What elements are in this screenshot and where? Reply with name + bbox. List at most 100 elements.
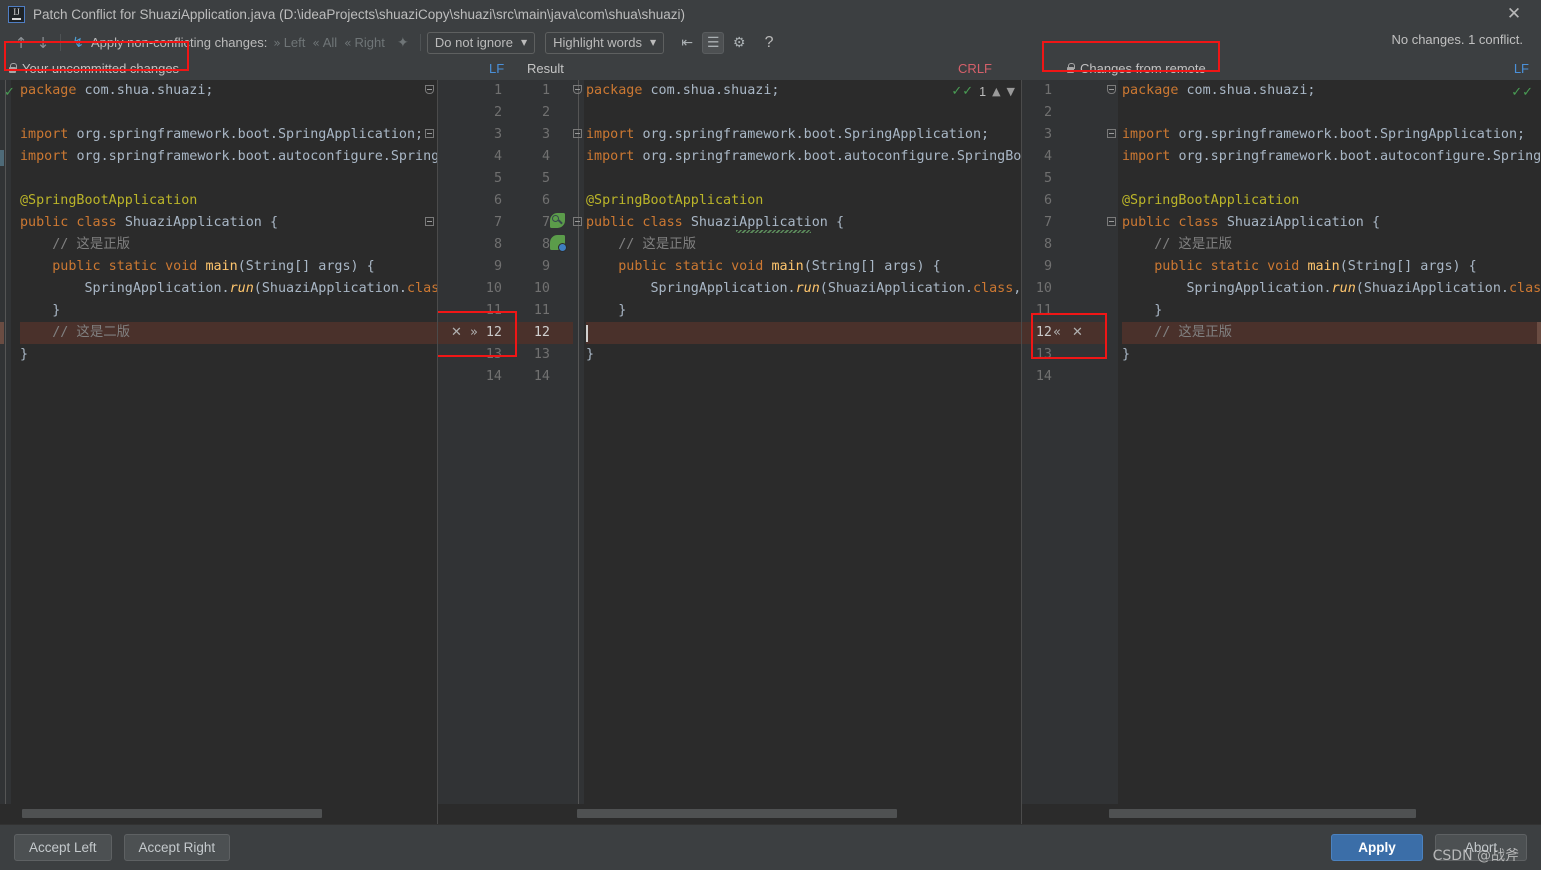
left-inspection-ok-icon: ✓ <box>4 85 15 100</box>
code-line: import org.springframework.boot.SpringAp… <box>586 124 1021 146</box>
result-code-scroll[interactable]: package com.shua.shuazi; import org.spri… <box>573 80 1021 804</box>
fold-marker-icon <box>425 217 436 228</box>
code-line <box>1122 102 1541 124</box>
left-line-numbers: 11223344556677889910101111121213131414 <box>438 80 573 804</box>
close-icon[interactable]: ✕ <box>1503 5 1525 25</box>
code-line: } <box>586 344 1021 366</box>
conflict-apply-right-icon[interactable]: « <box>1053 322 1061 344</box>
right-line-number: 10 <box>1030 278 1052 300</box>
arrow-down-icon[interactable]: ↓ <box>32 32 54 54</box>
toolbar-divider-2 <box>420 34 421 51</box>
left-line-number: 9 <box>478 256 502 278</box>
magic-wand-icon[interactable]: ✦ <box>392 32 414 54</box>
code-line: } <box>20 344 437 366</box>
right-line-number: 4 <box>1030 146 1052 168</box>
gutter-line: 9 <box>1022 256 1107 278</box>
gutter-line: 14 14 <box>438 366 573 388</box>
text-caret <box>586 325 588 342</box>
right-line-numbers: 1234567891011121314 <box>1022 80 1107 804</box>
arrow-up-icon[interactable]: ↑ <box>10 32 32 54</box>
gutter-line: 8 <box>1022 234 1107 256</box>
result-line-number: 1 <box>526 80 550 102</box>
gutter-line: 12 <box>1022 322 1107 344</box>
ignore-policy-select[interactable]: Do not ignore ▼ <box>427 32 535 54</box>
right-code-content: package com.shua.shuazi; import org.spri… <box>1107 80 1541 804</box>
apply-button[interactable]: Apply <box>1331 834 1423 861</box>
gutter-line: 44 <box>438 146 573 168</box>
question-mark-icon[interactable]: ? <box>760 34 778 52</box>
code-line: public static void main(String[] args) { <box>20 256 437 278</box>
run-web-application-icon[interactable] <box>550 235 565 250</box>
result-line-number: 10 <box>526 278 550 300</box>
left-line-number: 5 <box>478 168 502 190</box>
result-line-number: 4 <box>526 146 550 168</box>
code-line: } <box>1122 300 1541 322</box>
code-line: SpringApplication.run(ShuaziApplication.… <box>20 278 437 300</box>
conflict-status-text: No changes. 1 conflict. <box>1391 32 1523 47</box>
conflict-apply-left-icon[interactable]: » <box>470 322 478 344</box>
code-line <box>1122 366 1541 388</box>
chevron-down-icon[interactable]: ▼ <box>1007 85 1015 98</box>
chevron-left-double-icon: « <box>344 36 351 50</box>
code-line <box>20 168 437 190</box>
result-hscrollbar[interactable] <box>573 804 1021 824</box>
center-gutter-right: 1234567891011121314 « ✕ <box>1022 80 1107 804</box>
patch-conflict-dialog: Patch Conflict for ShuaziApplication.jav… <box>0 0 1541 870</box>
right-editor-pane[interactable]: package com.shua.shuazi; import org.spri… <box>1107 80 1541 804</box>
left-editor-pane[interactable]: ✓ package com.shua.shuazi; import org.sp… <box>0 80 437 804</box>
left-hscrollbar[interactable] <box>0 804 437 824</box>
code-line: SpringApplication.run(ShuaziApplication.… <box>1122 278 1541 300</box>
gutter-line: 1010 <box>438 278 573 300</box>
chevron-up-icon[interactable]: ▲ <box>992 85 1000 98</box>
inspection-widget[interactable]: ✓✓ 1 ▲ ▼ <box>951 84 1015 99</box>
result-line-number: 5 <box>526 168 550 190</box>
accept-right-button[interactable]: Accept Right <box>124 834 231 861</box>
center-gutter-left: 11223344556677889910101111121213131414 ✕… <box>438 80 573 804</box>
code-line: import org.springframework.boot.autoconf… <box>20 146 437 168</box>
scroll-to-change-icon[interactable]: ↯ <box>67 32 89 54</box>
conflict-remove-right-icon[interactable]: ✕ <box>1072 322 1083 344</box>
code-line <box>20 102 437 124</box>
gear-icon[interactable]: ⚙ <box>728 32 750 54</box>
left-line-number: 2 <box>478 102 502 124</box>
gutter-line: 4 <box>1022 146 1107 168</box>
code-line: public class ShuaziApplication { <box>20 212 437 234</box>
right-line-number: 9 <box>1030 256 1052 278</box>
apply-all-button[interactable]: « All <box>312 35 337 50</box>
apply-all-label: All <box>323 35 337 50</box>
right-hscrollbar[interactable] <box>1107 804 1541 824</box>
window-title: Patch Conflict for ShuaziApplication.jav… <box>33 7 685 22</box>
result-editor-pane[interactable]: package com.shua.shuazi; import org.spri… <box>573 80 1021 804</box>
side-by-side-viewer-icon[interactable]: ☰ <box>702 32 724 54</box>
result-line-number: 8 <box>526 234 550 256</box>
chevron-right-double-icon: » <box>273 36 280 50</box>
code-line: // 这是正版 <box>1122 234 1541 256</box>
result-line-number: 14 <box>526 366 550 388</box>
left-line-number: 14 <box>478 366 502 388</box>
highlight-policy-select[interactable]: Highlight words ▼ <box>545 32 664 54</box>
accept-left-button[interactable]: Accept Left <box>14 834 112 861</box>
collapse-unchanged-icon[interactable]: ⇤ <box>676 32 698 54</box>
left-code-scroll[interactable]: package com.shua.shuazi; import org.spri… <box>0 80 437 804</box>
gutter-line: 10 <box>1022 278 1107 300</box>
abort-button[interactable]: Abort <box>1435 834 1527 861</box>
left-line-number: 7 <box>478 212 502 234</box>
left-line-number: 12 <box>478 322 502 344</box>
fold-marker-icon <box>425 129 436 140</box>
right-code-scroll[interactable]: package com.shua.shuazi; import org.spri… <box>1107 80 1541 804</box>
right-line-number: 11 <box>1030 300 1052 322</box>
gutter-line: 55 <box>438 168 573 190</box>
highlight-policy-value: Highlight words <box>553 35 642 50</box>
right-line-number: 12 <box>1030 322 1052 344</box>
result-line-number: 2 <box>526 102 550 124</box>
gutter-line: 5 <box>1022 168 1107 190</box>
inspection-count: 1 <box>979 85 986 99</box>
apply-left-button[interactable]: » Left <box>273 35 305 50</box>
apply-right-button[interactable]: « Right <box>344 35 385 50</box>
code-line: // 这是正版 <box>1122 322 1541 344</box>
code-line: package com.shua.shuazi; <box>20 80 437 102</box>
intellij-idea-icon <box>8 6 25 23</box>
run-application-icon[interactable] <box>550 213 565 228</box>
gutter-line: 1313 <box>438 344 573 366</box>
conflict-remove-left-icon[interactable]: ✕ <box>451 322 462 344</box>
